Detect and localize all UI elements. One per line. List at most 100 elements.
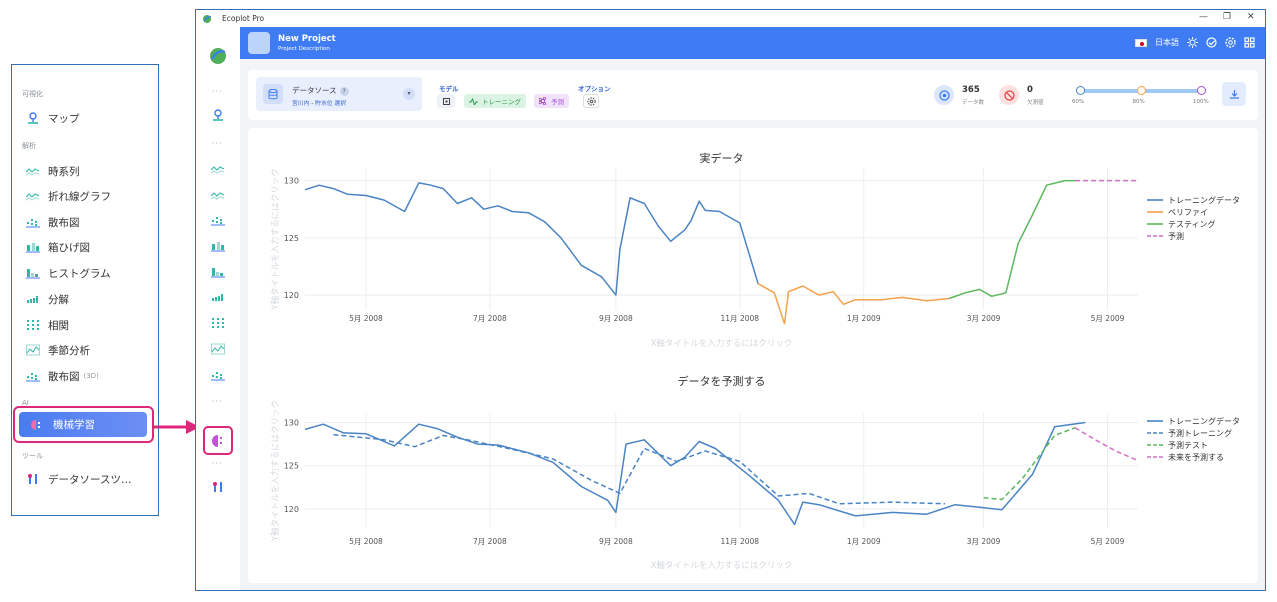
x-tick-label: 5月 2008 <box>349 537 383 546</box>
chevron-down-icon[interactable]: ▾ <box>403 88 415 100</box>
x-axis-title: X軸タイトルを入力するにはクリック <box>651 560 793 571</box>
rail-map-button[interactable] <box>209 108 227 122</box>
map-pin-icon <box>213 109 223 121</box>
x-tick-label: 5月 2009 <box>1091 314 1125 323</box>
rail-decomposition-button[interactable] <box>209 290 227 304</box>
legend-label: 予測 <box>1168 231 1184 241</box>
y-tick-label: 130 <box>284 177 299 186</box>
sidebar-item-correlation[interactable]: 相関 <box>24 315 154 335</box>
rail-correlation-button[interactable] <box>209 316 227 330</box>
sidebar-item-label: マップ <box>48 112 80 125</box>
training-label: トレーニング <box>482 98 521 106</box>
x-tick-label: 9月 2008 <box>599 314 633 323</box>
rail-machine-learning-button[interactable] <box>203 426 233 455</box>
rail-tools-button[interactable] <box>209 480 227 494</box>
rail-line-chart-button[interactable] <box>209 188 227 202</box>
chip-icon <box>442 97 450 105</box>
predict-button[interactable]: 予測 <box>534 94 569 108</box>
split-slider-handle-train[interactable] <box>1076 86 1085 95</box>
correlation-icon <box>24 319 42 331</box>
close-button[interactable]: ✕ <box>1247 12 1255 22</box>
legend-label: ベリファイ <box>1168 208 1208 217</box>
sidebar-item-map[interactable]: マップ <box>24 108 154 128</box>
sidebar-item-label: 折れ線グラフ <box>48 190 111 203</box>
histogram-icon <box>24 267 42 279</box>
highlight-frame-machine-learning: 機械学習 <box>13 406 154 443</box>
chart-panel: 実データ 120 125 130 5月 2008 7月 2008 9月 2008 11月 20… <box>248 128 1258 583</box>
sidebar-item-scatter[interactable]: 散布図 <box>24 212 154 232</box>
title-bar: Ecoplot Pro — ❐ ✕ <box>196 10 1265 27</box>
project-description[interactable]: Project Description <box>278 46 330 52</box>
data-count-label: データ数 <box>962 100 985 106</box>
sidebar-item-decomposition[interactable]: 分解 <box>24 289 154 309</box>
rail-scatter-3d-button[interactable] <box>209 368 227 382</box>
legend-label: トレーニングデータ <box>1168 416 1240 426</box>
sidebar-item-label: 季節分析 <box>48 344 90 357</box>
sidebar-item-seasonal[interactable]: 季節分析 <box>24 340 154 360</box>
split-slider-handle-verify[interactable] <box>1136 86 1146 95</box>
help-icon[interactable]: ? <box>339 87 349 96</box>
sidebar-item-sublabel: (3D) <box>83 372 99 380</box>
decomposition-icon <box>212 294 223 301</box>
x-tick-label: 7月 2008 <box>473 314 507 323</box>
sidebar-item-label: ヒストグラム <box>48 267 111 280</box>
y-axis-title: Y軸タイトルを入力するにはクリック <box>270 400 281 542</box>
sidebar-item-line-chart[interactable]: 折れ線グラフ <box>24 186 154 206</box>
section-label-analysis: 解析 <box>22 142 36 150</box>
check-circle-icon[interactable] <box>1206 37 1217 48</box>
sidebar-item-boxplot[interactable]: 箱ひげ図 <box>24 237 154 257</box>
download-button[interactable] <box>1222 82 1246 106</box>
y-tick-label: 120 <box>284 291 299 300</box>
rail-histogram-button[interactable] <box>209 265 227 279</box>
japan-flag-icon <box>1135 38 1147 47</box>
missing-values-value: 0 <box>1027 85 1033 95</box>
line-chart-icon <box>211 192 225 200</box>
decomposition-icon <box>24 293 42 305</box>
timeseries-icon <box>24 166 42 176</box>
x-tick-label: 3月 2009 <box>967 314 1001 323</box>
predict-label: 予測 <box>551 98 564 106</box>
missing-values-icon <box>999 85 1019 105</box>
ml-toolbar: データソース? 宮川内 - 貯水位 選択 ▾ モデル トレーニング 予測 オプシ… <box>248 70 1258 120</box>
language-selector[interactable]: 日本語 <box>1155 37 1179 48</box>
sidebar-item-machine-learning[interactable]: 機械学習 <box>19 412 147 437</box>
model-settings-button[interactable] <box>437 94 455 108</box>
sidebar-item-timeseries[interactable]: 時系列 <box>24 161 154 181</box>
datasource-selector[interactable]: データソース? 宮川内 - 貯水位 選択 ▾ <box>256 77 422 111</box>
gear-icon[interactable] <box>1225 37 1236 48</box>
y-tick-label: 125 <box>284 462 299 471</box>
minimize-button[interactable]: — <box>1199 12 1208 22</box>
x-tick-label: 5月 2009 <box>1091 537 1125 546</box>
rail-separator: ··· <box>212 397 223 406</box>
training-button[interactable]: トレーニング <box>464 94 526 108</box>
rail-scatter-button[interactable] <box>209 213 227 227</box>
x-tick-label: 1月 2009 <box>847 537 881 546</box>
split-slider-handle-test[interactable] <box>1197 86 1206 95</box>
boxplot-icon <box>24 241 42 253</box>
sidebar-item-label: 時系列 <box>48 165 80 178</box>
sidebar-item-label: データソースツ… <box>48 473 132 486</box>
x-tick-label: 3月 2009 <box>967 537 1001 546</box>
project-title[interactable]: New Project <box>278 34 336 44</box>
sidebar-item-histogram[interactable]: ヒストグラム <box>24 263 154 283</box>
x-tick-label: 11月 2008 <box>721 314 760 323</box>
grid-icon[interactable] <box>1244 37 1255 48</box>
rail-seasonal-button[interactable] <box>209 342 227 356</box>
rail-boxplot-button[interactable] <box>209 239 227 253</box>
restore-button[interactable]: ❐ <box>1223 12 1231 22</box>
options-button[interactable] <box>583 94 599 108</box>
sun-icon[interactable] <box>1187 37 1198 48</box>
split-slider-track[interactable] <box>1076 86 1206 95</box>
map-pin-icon <box>24 112 42 124</box>
sidebar-item-scatter-3d[interactable]: 散布図 (3D) <box>24 366 154 386</box>
y-tick-label: 130 <box>284 419 299 428</box>
sidebar-item-label: 機械学習 <box>53 419 95 431</box>
sidebar-item-label: 箱ひげ図 <box>48 241 90 254</box>
rail-timeseries-button[interactable] <box>209 162 227 176</box>
download-icon <box>1229 89 1239 99</box>
machine-learning-icon <box>27 419 45 431</box>
legend-label: トレーニングデータ <box>1168 195 1240 205</box>
sidebar-item-datasource-tools[interactable]: データソースツ… <box>24 469 154 489</box>
x-tick-label: 5月 2008 <box>349 314 383 323</box>
line-chart-icon <box>24 191 42 201</box>
